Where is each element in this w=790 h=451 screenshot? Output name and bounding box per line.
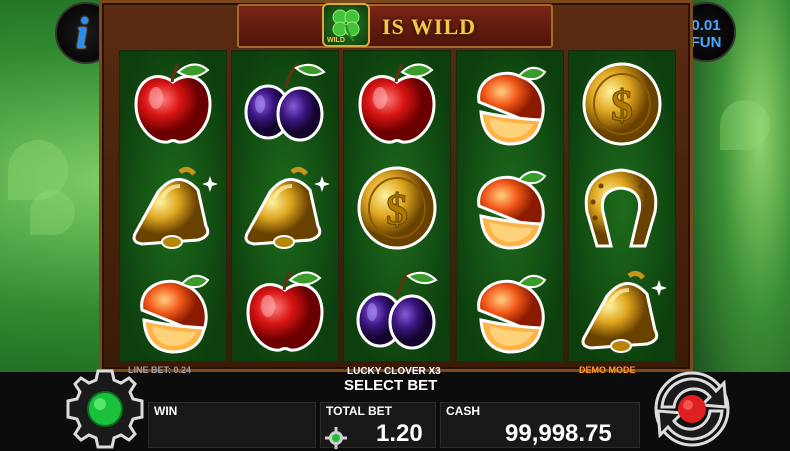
red-apple-symbol	[231, 260, 339, 364]
peach-symbol	[456, 156, 564, 260]
win-label: WIN	[154, 404, 178, 418]
dollar-coin-symbol: $	[568, 52, 676, 156]
dollar-coin-symbol: $	[343, 156, 451, 260]
game-name: LUCKY CLOVER X3	[347, 366, 441, 377]
peach-symbol	[456, 260, 564, 364]
red-apple-symbol	[343, 52, 451, 156]
peach-symbol	[119, 260, 227, 364]
svg-text:$: $	[611, 81, 633, 130]
golden-bell-symbol	[119, 156, 227, 260]
horseshoe-symbol	[568, 156, 676, 260]
plum-symbol	[343, 260, 451, 364]
svg-text:$: $	[386, 185, 408, 234]
cash-value: 99,998.75	[505, 420, 612, 447]
info-icon: i	[76, 9, 89, 58]
red-apple-symbol	[119, 52, 227, 156]
total-bet-label: TOTAL BET	[326, 404, 392, 418]
wild-symbol-label: WILD	[327, 37, 345, 44]
plum-symbol	[231, 52, 339, 156]
total-bet-value: 1.20	[376, 420, 423, 447]
settings-gear-button[interactable]	[63, 367, 147, 451]
peach-symbol	[456, 52, 564, 156]
bet-settings-icon[interactable]	[325, 427, 347, 449]
cash-label: CASH	[446, 404, 481, 418]
wild-clover-symbol: WILD	[322, 3, 370, 47]
golden-bell-symbol	[231, 156, 339, 260]
wild-banner-text: IS WILD	[382, 14, 477, 39]
clover-leaf-decoration	[720, 100, 770, 150]
golden-bell-symbol	[568, 260, 676, 364]
select-bet-button[interactable]: SELECT BET	[344, 377, 437, 394]
clover-leaf-decoration	[30, 190, 75, 235]
demo-mode-label: DEMO MODE	[579, 365, 636, 375]
spin-button[interactable]	[646, 367, 738, 451]
